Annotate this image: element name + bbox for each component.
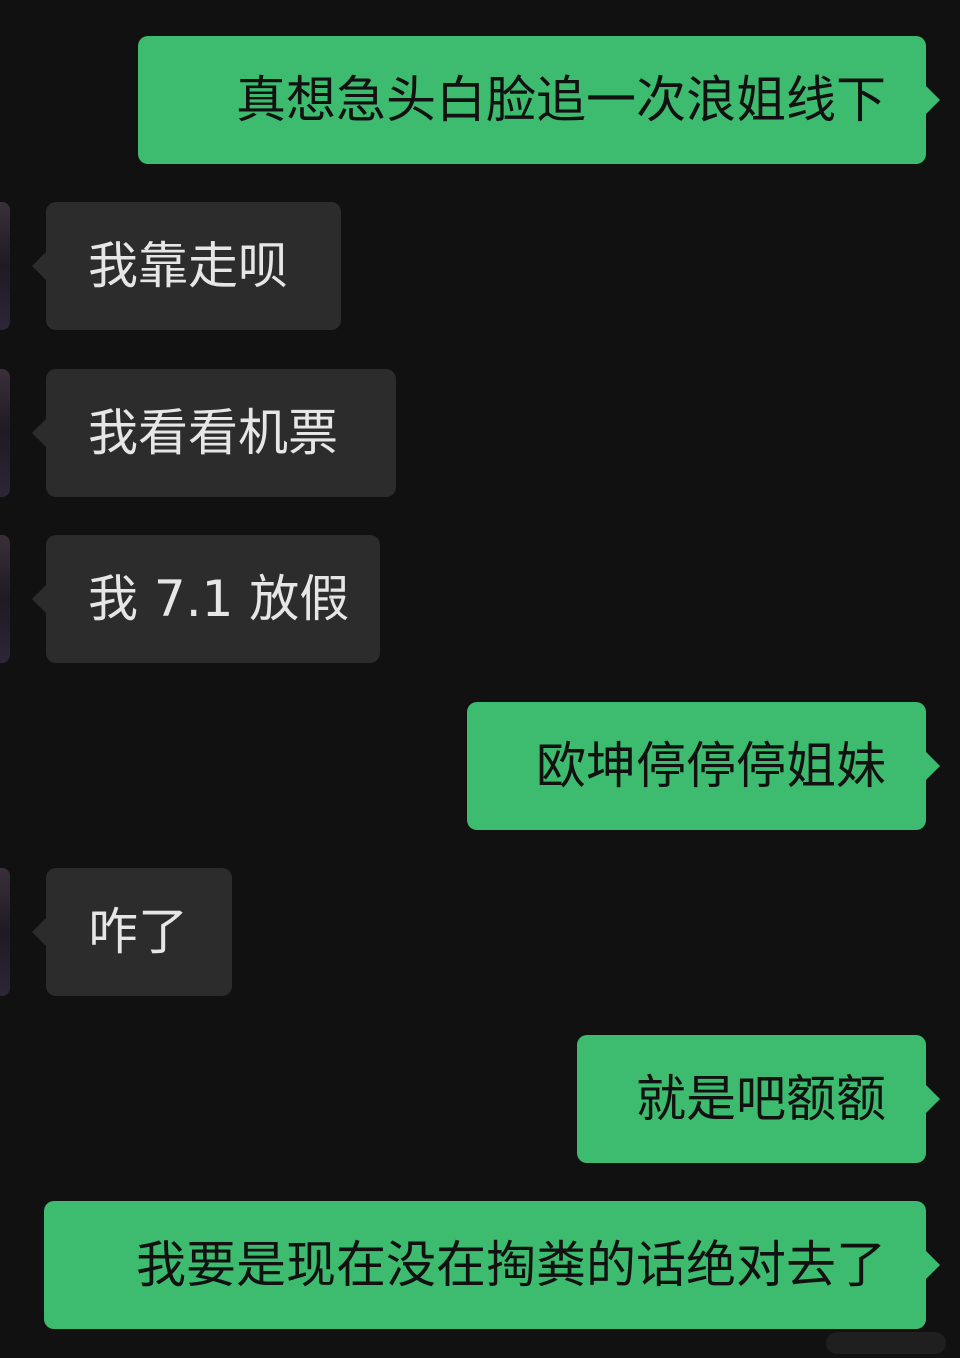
contact-avatar[interactable] <box>0 369 10 497</box>
incoming-message-bubble[interactable]: 咋了 <box>32 868 232 996</box>
contact-avatar[interactable] <box>0 202 10 330</box>
watermark <box>826 1332 946 1354</box>
contact-avatar[interactable] <box>0 535 10 663</box>
message-text: 我看看机票 <box>88 404 338 462</box>
message-text: 真想急头白脸追一次浪姐线下 <box>236 71 886 129</box>
message-text: 我靠走呗 <box>88 237 288 295</box>
incoming-message-bubble[interactable]: 我看看机票 <box>32 369 396 497</box>
incoming-message-bubble[interactable]: 我靠走呗 <box>32 202 341 330</box>
chat-message-list[interactable]: 真想急头白脸追一次浪姐线下 我靠走呗 我看看机票 我 7.1 放假 欧坤停停停姐… <box>0 0 960 1358</box>
outgoing-message-bubble[interactable]: 真想急头白脸追一次浪姐线下 <box>138 36 940 164</box>
contact-avatar[interactable] <box>0 868 10 996</box>
outgoing-message-bubble[interactable]: 就是吧额额 <box>577 1035 940 1163</box>
message-text: 咋了 <box>88 903 188 961</box>
message-text: 我 7.1 放假 <box>88 570 350 628</box>
message-text: 欧坤停停停姐妹 <box>536 737 886 795</box>
message-text: 我要是现在没在掏粪的话绝对去了 <box>136 1236 886 1294</box>
message-text: 就是吧额额 <box>636 1070 886 1128</box>
outgoing-message-bubble[interactable]: 我要是现在没在掏粪的话绝对去了 <box>44 1201 940 1329</box>
outgoing-message-bubble[interactable]: 欧坤停停停姐妹 <box>467 702 940 830</box>
incoming-message-bubble[interactable]: 我 7.1 放假 <box>32 535 380 663</box>
